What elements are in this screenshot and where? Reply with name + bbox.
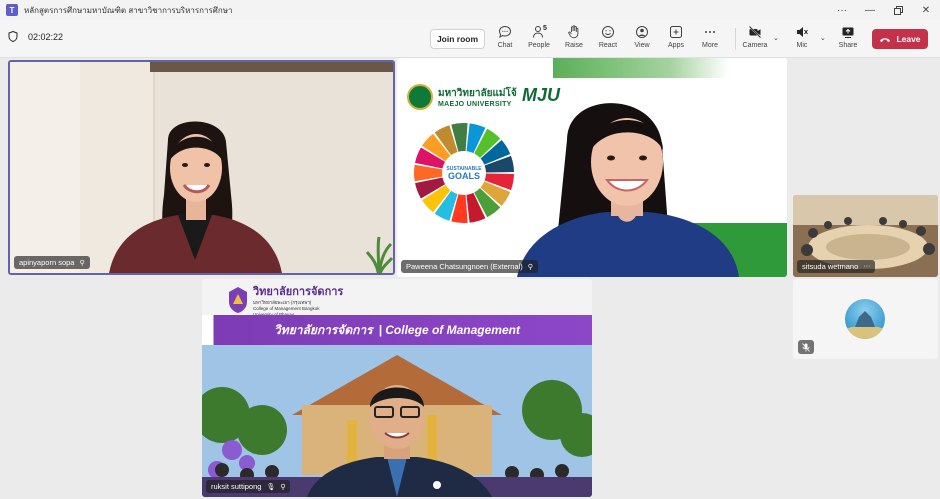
phone-hangup-icon [880,37,891,42]
video-tile-ruksit[interactable]: วิทยาลัยการจัดการ มหาวิทยาลัยพะเยา (กรุง… [202,279,592,497]
mic-options-chevron-icon[interactable]: ⌄ [820,34,826,42]
chat-icon [498,25,512,38]
participant-name: ruksit suttipong [211,482,262,491]
college-name-thai: วิทยาลัยการจัดการ [253,286,344,298]
view-label: View [634,42,650,49]
chat-label: Chat [497,42,513,49]
meeting-timer: 02:02:22 [8,31,63,42]
apps-button[interactable]: Apps [659,25,693,55]
restore-icon[interactable] [884,0,912,20]
people-label: People [528,42,550,49]
view-icon [636,26,648,38]
share-button[interactable]: Share [831,25,865,55]
join-room-button[interactable]: Join room [430,29,485,49]
react-button[interactable]: React [591,25,625,55]
camera-label: Camera [742,42,768,49]
timer-value: 02:02:22 [28,31,64,42]
college-of-management-logo: วิทยาลัยการจัดการ มหาวิทยาลัยพะเยา (กรุง… [227,282,343,318]
pin-icon[interactable]: ⚲ [280,483,285,491]
chat-button[interactable]: Chat [488,25,522,55]
camera-button[interactable]: Camera [738,25,772,55]
share-label: Share [838,42,858,49]
avatar [845,299,885,339]
more-label: More [702,42,718,49]
pin-icon[interactable]: ⚲ [79,259,84,267]
participant-name-tag: sitsuda wetmano ··· [797,260,876,273]
mic-muted-icon [797,27,808,37]
maejo-university-logo: มหาวิทยาลัยแม่โจ้ MAEJO UNIVERSITY [407,84,517,110]
sdg-wheel-graphic: SUSTAINABLE GOALS [414,123,514,223]
participant-name-tag: apinyaporn sopa ⚲ [14,256,90,269]
emoji-icon [602,26,614,38]
hand-icon [568,25,579,39]
participant-video-woman [109,121,282,273]
college-banner: วิทยาลัยการจัดการ | College of Managemen… [202,315,592,345]
participant-name: sitsuda wetmano [802,262,859,271]
mic-icon: 🎙 [266,483,276,491]
view-button[interactable]: View [625,25,659,55]
window-title: หลักสูตรการศึกษามหาบัณฑิต สาขาวิชาการบริ… [24,5,233,15]
title-bar: T หลักสูตรการศึกษามหาบัณฑิต สาขาวิชาการบ… [0,0,940,20]
video-tile-apinyaporn[interactable]: apinyaporn sopa ⚲ [8,60,395,275]
teams-logo-icon: T [6,4,18,16]
more-icon[interactable]: ··· [828,0,856,20]
apps-icon [670,26,682,38]
teams-meeting-window: T หลักสูตรการศึกษามหาบัณฑิต สาขาวิชาการบ… [0,0,940,499]
camera-off-icon [748,25,762,39]
university-name-english: MAEJO UNIVERSITY [438,101,512,108]
campus-background-video [202,345,592,497]
raise-hand-button[interactable]: Raise [557,25,591,55]
pin-icon[interactable]: ⚲ [528,263,533,271]
window-controls: ··· — ✕ [828,0,940,20]
video-tile-paweena[interactable]: มหาวิทยาลัยแม่โจ้ MAEJO UNIVERSITY MJU S… [397,58,787,277]
svg-text:GOALS: GOALS [448,171,480,181]
mic-label: Mic [796,42,808,49]
participant-name-tag: Paweena Chatsungnoen (External) ⚲ [401,260,538,273]
camera-options-chevron-icon[interactable]: ⌄ [773,34,779,42]
university-seal-icon [407,84,433,110]
close-icon[interactable]: ✕ [912,0,940,20]
slide-header: วิทยาลัยการจัดการ มหาวิทยาลัยพะเยา (กรุง… [202,279,592,318]
plant-decoration [365,236,393,273]
more-options-icon[interactable]: ··· [863,263,870,270]
participant-name-tag: ruksit suttipong 🎙 ⚲ [206,480,291,493]
banner-thai-text: วิทยาลัยการจัดการ [274,322,373,337]
toolbar-divider [735,28,736,50]
people-button[interactable]: 5 People [522,25,556,55]
mic-muted-icon [798,340,814,354]
leave-label: Leave [896,34,921,44]
more-dots-icon [705,31,715,33]
shield-icon [8,31,18,42]
apps-label: Apps [668,42,684,49]
mic-button[interactable]: Mic [785,25,819,55]
video-tile-avatar[interactable] [793,279,938,359]
college-crest-icon [229,287,247,313]
raise-label: Raise [565,42,583,49]
share-icon [842,27,854,38]
react-label: React [598,42,618,49]
banner-english-text: | College of Management [378,323,520,337]
university-name-thai: มหาวิทยาลัยแม่โจ้ [438,88,517,99]
participant-name: apinyaporn sopa [19,258,75,267]
leave-button[interactable]: Leave [872,29,928,49]
people-count-badge: 5 [543,25,547,32]
more-button[interactable]: More [693,25,727,55]
minimize-icon[interactable]: — [856,0,884,20]
participant-name: Paweena Chatsungnoen (External) [406,262,523,271]
meeting-toolbar: 02:02:22 Join room Chat 5 People Raise R… [0,20,940,58]
slide-decoration-stripe [397,58,787,78]
participant-video-woman-2 [517,103,739,277]
video-tile-sitsuda[interactable]: sitsuda wetmano ··· [793,195,938,277]
